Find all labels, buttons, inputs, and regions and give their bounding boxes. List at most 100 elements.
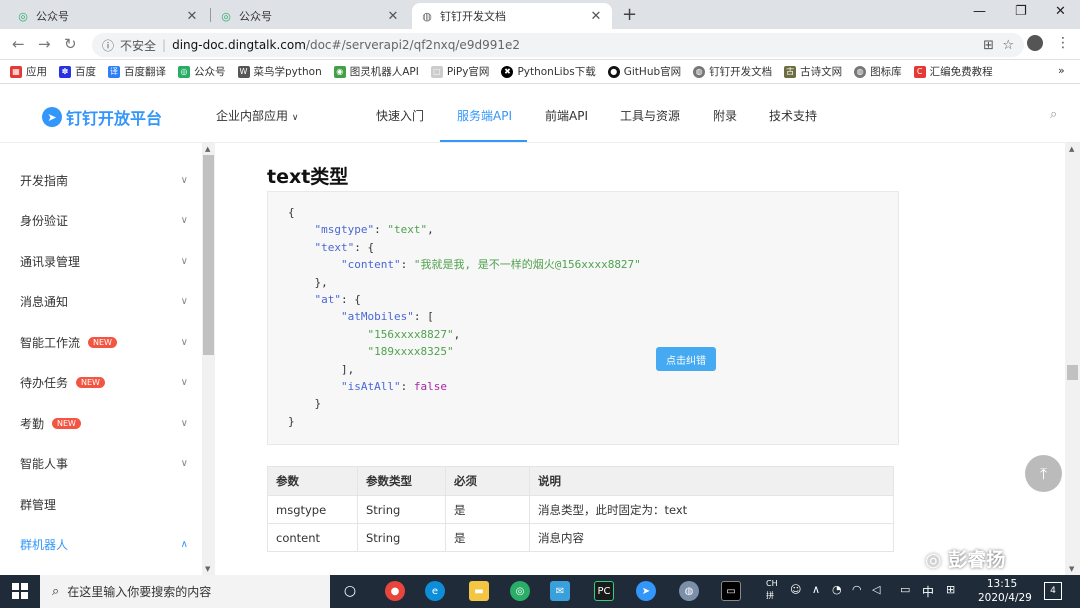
bookmark-baidu-translate[interactable]: 译百度翻译 [108, 64, 166, 79]
nav-server-api[interactable]: 服务端API [457, 107, 512, 124]
wechat-icon: ◎ [178, 65, 190, 78]
forward-arrow-icon[interactable]: → [38, 35, 51, 53]
pycharm-icon[interactable]: PC [594, 581, 614, 601]
notification-center-button[interactable]: 4 [1044, 582, 1062, 600]
nav-tech-support[interactable]: 技术支持 [769, 107, 817, 124]
chrome-icon[interactable]: ● [385, 581, 405, 601]
bookmark-pythonlibs[interactable]: ✖ PythonLibs下载 [501, 64, 596, 79]
close-tab-icon[interactable]: ✕ [588, 9, 604, 24]
sidebar-item-group-robot[interactable]: 群机器人 ∧ [20, 536, 190, 553]
taskbar-search-box[interactable]: ⌕ 在这里输入你要搜索的内容 [40, 575, 330, 608]
ime-mode-icon[interactable]: ⊞ [946, 583, 955, 596]
tray-chevron-icon[interactable]: ∧ [812, 583, 820, 596]
new-badge: NEW [88, 337, 117, 348]
globe-icon: ◍ [854, 65, 867, 78]
sidebar-item-auth[interactable]: 身份验证 ∨ [20, 212, 190, 229]
translate-icon[interactable]: ⊞ [983, 38, 994, 53]
params-table: 参数 参数类型 必须 说明 msgtype String 是 消息类型，此时固定… [267, 466, 894, 552]
bookmark-apps[interactable]: ▦ 应用 [10, 64, 47, 79]
bookmarks-overflow-icon[interactable]: » [1058, 64, 1065, 77]
task-view-icon[interactable]: ○ [340, 581, 360, 601]
terminal-icon[interactable]: ▭ [721, 581, 741, 601]
bookmark-icon-library[interactable]: ◍ 图标库 [854, 64, 902, 79]
nav-appendix[interactable]: 附录 [713, 107, 737, 124]
person-icon[interactable]: ☺ [790, 583, 801, 596]
chevron-down-icon: ∨ [180, 377, 188, 388]
page-scroll-thumb[interactable] [1067, 365, 1078, 380]
edge-icon[interactable]: e [425, 581, 445, 601]
scroll-down-arrow-icon[interactable]: ▼ [1069, 565, 1074, 573]
bookmark-pypi[interactable]: ▢ PiPy官网 [430, 64, 489, 79]
restore-button[interactable]: ❐ [1015, 4, 1027, 19]
scroll-up-arrow-icon[interactable]: ▲ [1069, 145, 1074, 153]
gushiwen-icon: 古 [784, 65, 797, 78]
ime-indicator[interactable]: CH 拼 [766, 578, 778, 602]
network-icon[interactable]: ◔ [832, 583, 842, 596]
mail-icon[interactable]: ✉ [550, 581, 570, 601]
sidebar-item-todo[interactable]: 待办任务 NEW ∨ [20, 374, 190, 391]
new-tab-button[interactable]: + [622, 4, 637, 25]
windows-taskbar: ⌕ 在这里输入你要搜索的内容 ○ ● e ▬ ◎ ✉ PC ➤ ◍ ▭ CH 拼 … [0, 575, 1080, 608]
keyboard-icon[interactable]: ▭ [900, 583, 910, 596]
sidebar-item-group-mgmt[interactable]: 群管理 [20, 496, 190, 513]
bookmark-baidu[interactable]: ✽ 百度 [59, 64, 96, 79]
close-tab-icon[interactable]: ✕ [184, 9, 200, 24]
dingtalk-logo[interactable]: ➤ 钉钉开放平台 [42, 105, 162, 129]
sidebar-scroll-thumb[interactable] [203, 155, 214, 355]
site-header: ➤ 钉钉开放平台 企业内部应用 ∨ 快速入门 服务端API 前端API 工具与资… [0, 85, 1080, 143]
table-row: content String 是 消息内容 [267, 523, 894, 552]
profile-avatar[interactable] [1027, 35, 1043, 51]
tab-dingtalk-docs[interactable]: ◍ 钉钉开发文档 ✕ [412, 3, 612, 29]
windows-start-button[interactable] [12, 583, 28, 599]
robot-icon: ◉ [333, 65, 346, 78]
url-bar[interactable]: ⓘ 不安全 | ding-doc.dingtalk.com /doc#/serv… [92, 33, 1024, 57]
nav-enterprise-apps[interactable]: 企业内部应用 ∨ [216, 107, 298, 124]
bookmark-github[interactable]: ● GitHub官网 [607, 64, 681, 79]
volume-icon[interactable]: ◁ [872, 583, 880, 596]
scroll-down-arrow-icon[interactable]: ▼ [205, 565, 210, 573]
nav-frontend-api[interactable]: 前端API [545, 107, 588, 124]
bookmark-gongzhonghao[interactable]: ◎ 公众号 [178, 64, 226, 79]
sidebar-item-hr[interactable]: 智能人事 ∨ [20, 455, 190, 472]
file-explorer-icon[interactable]: ▬ [469, 581, 489, 601]
page-scrollbar[interactable]: ▲ ▼ [1065, 143, 1080, 575]
bookmark-tuling-api[interactable]: ◉ 图灵机器人API [333, 64, 419, 79]
sidebar-scrollbar[interactable]: ▲ ▼ [202, 143, 215, 575]
sidebar-item-contacts[interactable]: 通讯录管理 ∨ [20, 253, 190, 270]
bookmark-dingtalk-docs[interactable]: ◍ 钉钉开发文档 [693, 64, 772, 79]
close-window-button[interactable]: ✕ [1055, 4, 1066, 19]
menu-kebab-icon[interactable]: ⋮ [1056, 35, 1070, 51]
minimize-button[interactable]: — [973, 4, 986, 19]
dingtalk-icon[interactable]: ➤ [636, 581, 656, 601]
back-to-top-button[interactable]: ⤒ [1025, 455, 1062, 492]
close-tab-icon[interactable]: ✕ [385, 9, 401, 24]
system-clock[interactable]: 13:15 2020/4/29 [978, 577, 1032, 605]
nav-tools-resources[interactable]: 工具与资源 [620, 107, 680, 124]
bookmark-gushiwen[interactable]: 古古诗文网 [784, 64, 842, 79]
bookmark-star-icon[interactable]: ☆ [1002, 38, 1014, 53]
bookmarks-bar: ▦ 应用 ✽ 百度 译百度翻译 ◎ 公众号 W 菜鸟学python ◉ 图灵机器人API … [0, 60, 1080, 84]
sidebar-item-dev-guide[interactable]: 开发指南 ∨ [20, 172, 190, 189]
address-toolbar: ← → ↻ ⓘ 不安全 | ding-doc.dingtalk.com /doc… [0, 29, 1080, 60]
sidebar-item-workflow[interactable]: 智能工作流 NEW ∨ [20, 334, 190, 351]
lang-indicator[interactable]: 中 [922, 583, 934, 600]
bookmark-assembly-tutorial[interactable]: C 汇编免费教程 [913, 64, 993, 79]
report-error-button[interactable]: 点击纠错 [656, 347, 716, 371]
sidebar-item-attendance[interactable]: 考勤 NEW ∨ [20, 415, 190, 432]
scroll-up-arrow-icon[interactable]: ▲ [205, 145, 210, 153]
nav-quickstart[interactable]: 快速入门 [376, 107, 424, 124]
bookmark-runoob-python[interactable]: W 菜鸟学python [237, 64, 322, 79]
wordpress-icon: W [237, 65, 250, 78]
reload-icon[interactable]: ↻ [64, 35, 77, 53]
table-header-row: 参数 参数类型 必须 说明 [267, 466, 894, 496]
back-arrow-icon[interactable]: ← [12, 35, 25, 53]
wechat-icon[interactable]: ◎ [510, 581, 530, 601]
arrow-up-icon: ⤒ [1039, 463, 1048, 483]
wifi-icon[interactable]: ◠ [852, 583, 862, 596]
sidebar-item-messages[interactable]: 消息通知 ∨ [20, 293, 190, 310]
search-icon[interactable]: ⌕ [1050, 107, 1057, 122]
info-icon[interactable]: ⓘ [102, 37, 114, 54]
tab-gongzhonghao-1[interactable]: ◎ 公众号 ✕ [8, 3, 208, 29]
globe-app-icon[interactable]: ◍ [679, 581, 699, 601]
tab-gongzhonghao-2[interactable]: ◎ 公众号 ✕ [211, 3, 409, 29]
